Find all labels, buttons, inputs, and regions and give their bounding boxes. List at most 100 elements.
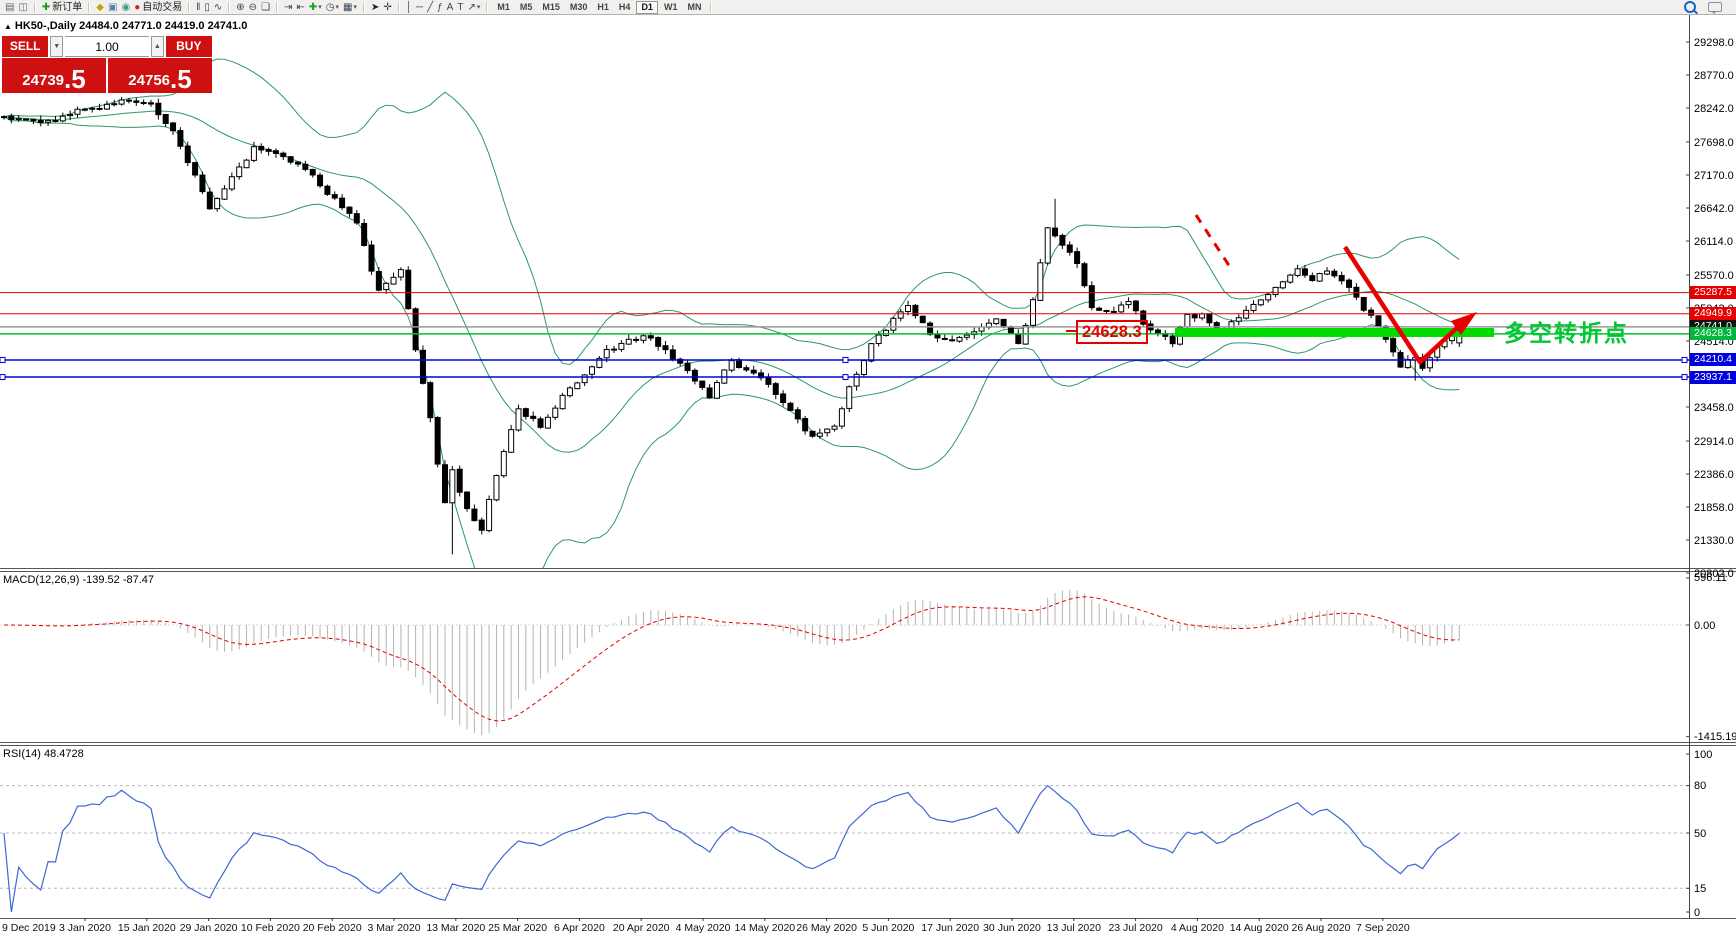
timeframe-d1[interactable]: D1 <box>636 1 658 14</box>
vertical-line-icon: │ <box>406 1 412 14</box>
timeframe-h1[interactable]: H1 <box>593 1 613 14</box>
vertical-line-icon[interactable]: │ <box>406 1 412 14</box>
sell-price[interactable]: 24739.5 <box>2 58 106 93</box>
toolbar-separator <box>486 2 488 13</box>
volume-input[interactable] <box>65 36 149 57</box>
fibonacci-icon[interactable]: ƒ <box>437 1 443 14</box>
templates-icon[interactable]: ▦▾ <box>343 1 357 14</box>
toolbar-separator <box>276 2 278 13</box>
timeframe-m30[interactable]: M30 <box>566 1 592 14</box>
symbol-triangle-icon: ▲ <box>4 22 12 31</box>
toolbar-separator <box>88 2 90 13</box>
sell-button[interactable]: SELL <box>2 36 48 57</box>
pivot-annotation-text[interactable]: 多空转折点 <box>1504 314 1629 348</box>
auto-scroll-icon: ⇥ <box>284 1 292 14</box>
candlestick-chart-icon[interactable]: ▯ <box>204 1 210 14</box>
line-handle[interactable] <box>843 375 848 380</box>
timeframe-w1[interactable]: W1 <box>660 1 682 14</box>
timeframe-mn[interactable]: MN <box>683 1 705 14</box>
text-label-icon: T <box>457 1 463 14</box>
dropdown-caret-icon: ▾ <box>318 1 322 14</box>
candlestick-chart-icon: ▯ <box>204 1 210 14</box>
auto-trading-button[interactable]: ●自动交易 <box>134 1 182 14</box>
line-handle[interactable] <box>843 357 848 362</box>
signals-icon[interactable]: ◉ <box>121 1 130 14</box>
line-chart-icon[interactable]: ∿ <box>214 1 222 14</box>
toolbar-separator <box>188 2 190 13</box>
toolbar-separator <box>228 2 230 13</box>
bar-chart-icon[interactable]: ‖ <box>196 1 200 14</box>
indicators-icon: ✚ <box>309 1 317 14</box>
rsi-label: RSI(14) 48.4728 <box>3 748 84 760</box>
one-click-trade-panel: SELL ▼ ▲ BUY 24739.5 24756.5 <box>2 36 212 93</box>
zoom-in-icon: ⊕ <box>236 1 244 14</box>
chart-window-icon: ▤ <box>5 1 14 14</box>
price-callout-box[interactable]: 24628.3 <box>1076 320 1148 344</box>
timeframe-m5[interactable]: M5 <box>516 1 537 14</box>
horizontal-line-icon: ─ <box>416 1 423 14</box>
auto-trading-button-label: 自动交易 <box>142 1 182 14</box>
timeframe-m15[interactable]: M15 <box>538 1 564 14</box>
chart-title: ▲HK50-,Daily 24484.0 24771.0 24419.0 247… <box>4 20 247 32</box>
new-order-button-label: 新订单 <box>52 1 82 14</box>
data-window-icon: ▣ <box>108 1 117 14</box>
toolbar-separator <box>710 2 712 13</box>
rsi-pane <box>0 786 1689 912</box>
timeframe-m1[interactable]: M1 <box>493 1 514 14</box>
volume-increase-button[interactable]: ▲ <box>151 36 164 57</box>
crosshair-icon[interactable]: ✛ <box>383 1 391 14</box>
chart-window-icon[interactable]: ▤ <box>5 1 14 14</box>
indicators-icon[interactable]: ✚▾ <box>309 1 322 14</box>
search-icon[interactable] <box>1684 1 1696 13</box>
toolbar-separator <box>363 2 365 13</box>
mt4-window: ▤◫✚新订单◆▣◉●自动交易‖▯∿⊕⊖❏⇥⇤✚▾◷▾▦▾➤✛│─╱ƒAT↗▾M1… <box>0 0 1736 936</box>
line-handle[interactable] <box>0 375 5 380</box>
toolbar-separator <box>34 2 36 13</box>
line-handle[interactable] <box>0 357 5 362</box>
cursor-icon[interactable]: ➤ <box>371 1 379 14</box>
text-label-icon[interactable]: T <box>457 1 463 14</box>
buy-button[interactable]: BUY <box>166 36 212 57</box>
volume-decrease-button[interactable]: ▼ <box>50 36 63 57</box>
tile-windows-icon[interactable]: ❏ <box>261 1 270 14</box>
text-icon[interactable]: A <box>447 1 454 14</box>
text-icon: A <box>447 1 454 14</box>
dropdown-caret-icon: ▾ <box>353 1 357 14</box>
buy-price[interactable]: 24756.5 <box>108 58 212 93</box>
periods-icon: ◷ <box>326 1 335 14</box>
zoom-out-icon: ⊖ <box>249 1 257 14</box>
dropdown-caret-icon: ▾ <box>335 1 339 14</box>
toolbar-separator <box>398 2 400 13</box>
chart-canvas[interactable] <box>0 0 1736 936</box>
zigzag-dashed-segment <box>1196 215 1230 267</box>
chat-icon[interactable] <box>1708 2 1722 12</box>
print-preview-icon[interactable]: ◫ <box>18 1 27 14</box>
chart-shift-icon: ⇤ <box>296 1 304 14</box>
line-chart-icon: ∿ <box>214 1 222 14</box>
periods-icon[interactable]: ◷▾ <box>326 1 339 14</box>
tile-windows-icon: ❏ <box>261 1 270 14</box>
zoom-out-icon[interactable]: ⊖ <box>249 1 257 14</box>
zoom-in-icon[interactable]: ⊕ <box>236 1 244 14</box>
timeframe-h4[interactable]: H4 <box>615 1 635 14</box>
macd-label: MACD(12,26,9) -139.52 -87.47 <box>3 574 154 586</box>
candles <box>2 97 1462 554</box>
print-preview-icon: ◫ <box>18 1 27 14</box>
templates-icon: ▦ <box>343 1 352 14</box>
crosshair-icon: ✛ <box>383 1 391 14</box>
new-order-button: ✚ <box>42 1 50 14</box>
auto-scroll-icon[interactable]: ⇥ <box>284 1 292 14</box>
trendline-icon: ╱ <box>427 1 433 14</box>
line-handle[interactable] <box>1682 357 1687 362</box>
data-window-icon[interactable]: ▣ <box>108 1 117 14</box>
new-order-button[interactable]: ✚新订单 <box>42 1 82 14</box>
arrows-icon[interactable]: ↗▾ <box>467 1 480 14</box>
line-handle[interactable] <box>1682 375 1687 380</box>
trendline-icon[interactable]: ╱ <box>427 1 433 14</box>
horizontal-line-icon[interactable]: ─ <box>416 1 423 14</box>
chart-shift-icon[interactable]: ⇤ <box>296 1 304 14</box>
cursor-icon: ➤ <box>371 1 379 14</box>
auto-trading-button: ● <box>134 1 140 14</box>
fibonacci-icon: ƒ <box>437 1 443 14</box>
market-watch-icon[interactable]: ◆ <box>96 1 104 14</box>
